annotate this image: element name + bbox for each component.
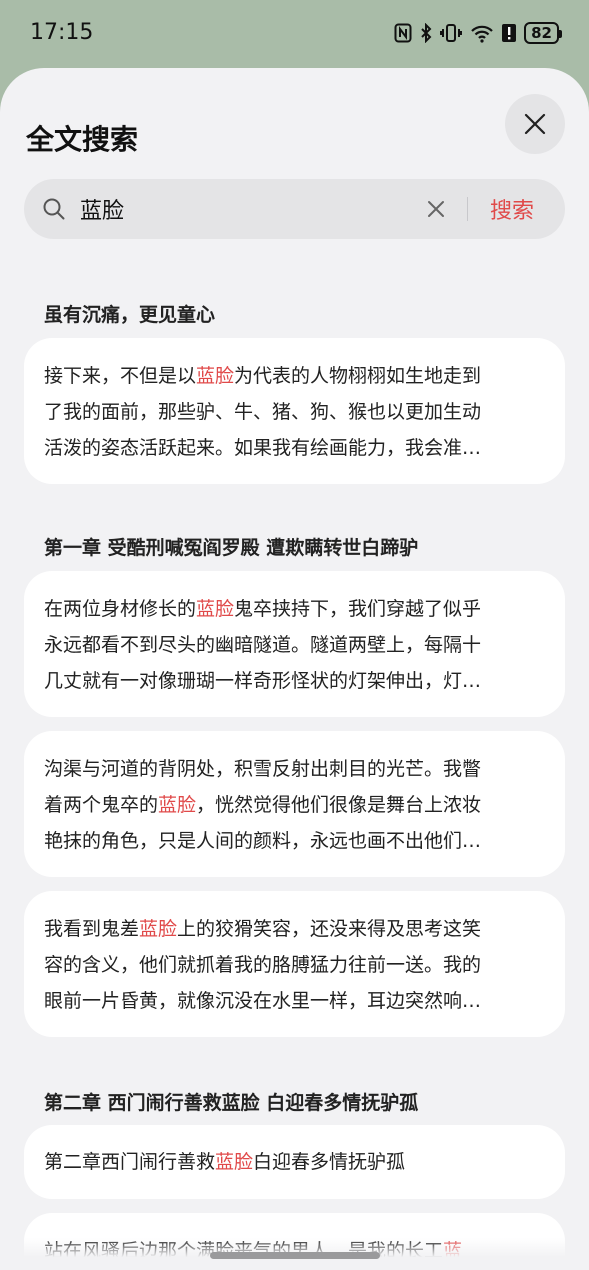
result-card[interactable]: 第二章西门闹行善救蓝脸白迎春多情抚驴孤 bbox=[24, 1125, 565, 1199]
highlighted-keyword: 蓝脸 bbox=[158, 794, 197, 816]
snippet-line: 接下来，不但是以蓝脸为代表的人物栩栩如生地走到 bbox=[44, 358, 545, 394]
snippet-text: 白迎春多情抚驴孤 bbox=[253, 1151, 406, 1173]
snippet-text: 几丈就有一对像珊瑚一样奇形怪状的灯架伸出，灯… bbox=[44, 670, 482, 692]
highlighted-keyword: 蓝脸 bbox=[215, 1151, 254, 1173]
search-sheet: 全文搜索 搜索 虽有沉痛，更见童心 接下来，不但是以蓝脸为代表的人物栩栩如生地走… bbox=[0, 68, 589, 1270]
close-icon bbox=[524, 113, 546, 135]
snippet-text: 为代表的人物栩栩如生地走到 bbox=[234, 365, 482, 387]
snippet-text: 了我的面前，那些驴、牛、猪、狗、猴也以更加生动 bbox=[44, 401, 482, 423]
snippet-text: 艳抹的角色，只是人间的颜料，永远也画不出他们… bbox=[44, 830, 482, 852]
snippet-text: 我看到鬼差 bbox=[44, 918, 140, 940]
snippet-line: 眼前一片昏黄，就像沉没在水里一样，耳边突然响… bbox=[44, 983, 545, 1019]
snippet-line: 第二章西门闹行善救蓝脸白迎春多情抚驴孤 bbox=[44, 1144, 545, 1180]
snippet-line: 我看到鬼差蓝脸上的狡猾笑容，还没来得及思考这笑 bbox=[44, 911, 545, 947]
result-card[interactable]: 沟渠与河道的背阴处，积雪反射出刺目的光芒。我瞥 着两个鬼卒的蓝脸，恍然觉得他们很像… bbox=[24, 731, 565, 877]
chapter-header: 第一章 受酷刑喊冤阎罗殿 遭欺瞒转世白蹄驴 bbox=[44, 537, 419, 559]
sheet-title: 全文搜索 bbox=[26, 123, 139, 156]
snippet-line: 沟渠与河道的背阴处，积雪反射出刺目的光芒。我瞥 bbox=[44, 751, 545, 787]
status-bar: 17:15 82 bbox=[0, 0, 589, 66]
highlighted-keyword: 蓝脸 bbox=[196, 598, 235, 620]
chapter-header: 虽有沉痛，更见童心 bbox=[44, 304, 216, 326]
snippet-text: 眼前一片昏黄，就像沉没在水里一样，耳边突然响… bbox=[44, 990, 482, 1012]
snippet-text: 容的含义，他们就抓着我的胳膊猛力往前一送。我的 bbox=[44, 954, 482, 976]
status-time: 17:15 bbox=[30, 20, 94, 45]
snippet-line: 容的含义，他们就抓着我的胳膊猛力往前一送。我的 bbox=[44, 947, 545, 983]
highlighted-keyword: 蓝脸 bbox=[196, 365, 235, 387]
snippet-text: 第二章西门闹行善救 bbox=[44, 1151, 216, 1173]
snippet-line: 着两个鬼卒的蓝脸，恍然觉得他们很像是舞台上浓妆 bbox=[44, 787, 545, 823]
nfc-icon bbox=[394, 23, 412, 43]
alert-icon bbox=[502, 23, 517, 43]
snippet-text: 鬼卒挟持下，我们穿越了似乎 bbox=[234, 598, 482, 620]
bluetooth-icon bbox=[420, 23, 432, 43]
snippet-text: 接下来，不但是以 bbox=[44, 365, 197, 387]
highlighted-keyword: 蓝脸 bbox=[139, 918, 178, 940]
battery-indicator: 82 bbox=[524, 22, 562, 44]
snippet-line: 艳抹的角色，只是人间的颜料，永远也画不出他们… bbox=[44, 823, 545, 859]
vibrate-icon bbox=[440, 23, 463, 43]
chapter-header: 第二章 西门闹行善救蓝脸 白迎春多情抚驴孤 bbox=[44, 1092, 419, 1114]
snippet-text: 活泼的姿态活跃起来。如果我有绘画能力，我会准… bbox=[44, 437, 482, 459]
snippet-text: 在两位身材修长的 bbox=[44, 598, 197, 620]
close-button[interactable] bbox=[505, 94, 565, 154]
result-card[interactable]: 我看到鬼差蓝脸上的狡猾笑容，还没来得及思考这笑容的含义，他们就抓着我的胳膊猛力往… bbox=[24, 891, 565, 1037]
status-icons: 82 bbox=[394, 20, 562, 46]
snippet-text: 永远都看不到尽头的幽暗隧道。隧道两壁上，每隔十 bbox=[44, 634, 482, 656]
snippet-line: 几丈就有一对像珊瑚一样奇形怪状的灯架伸出，灯… bbox=[44, 663, 545, 699]
wifi-icon bbox=[470, 23, 494, 43]
snippet-text: ，恍然觉得他们很像是舞台上浓妆 bbox=[196, 794, 482, 816]
result-card[interactable]: 在两位身材修长的蓝脸鬼卒挟持下，我们穿越了似乎永远都看不到尽头的幽暗隧道。隧道两… bbox=[24, 571, 565, 717]
snippet-line: 在两位身材修长的蓝脸鬼卒挟持下，我们穿越了似乎 bbox=[44, 591, 545, 627]
search-divider bbox=[467, 197, 468, 221]
search-input[interactable] bbox=[80, 193, 400, 225]
search-bar: 搜索 bbox=[24, 179, 565, 239]
snippet-text: 上的狡猾笑容，还没来得及思考这笑 bbox=[177, 918, 482, 940]
home-indicator[interactable] bbox=[210, 1252, 380, 1259]
snippet-text: 着两个鬼卒的 bbox=[44, 794, 159, 816]
snippet-line: 活泼的姿态活跃起来。如果我有绘画能力，我会准… bbox=[44, 430, 545, 466]
snippet-line: 了我的面前，那些驴、牛、猪、狗、猴也以更加生动 bbox=[44, 394, 545, 430]
snippet-text: 沟渠与河道的背阴处，积雪反射出刺目的光芒。我瞥 bbox=[44, 758, 482, 780]
snippet-line: 永远都看不到尽头的幽暗隧道。隧道两壁上，每隔十 bbox=[44, 627, 545, 663]
search-button[interactable]: 搜索 bbox=[490, 193, 534, 225]
result-card[interactable]: 接下来，不但是以蓝脸为代表的人物栩栩如生地走到了我的面前，那些驴、牛、猪、狗、猴… bbox=[24, 338, 565, 484]
search-icon bbox=[43, 198, 65, 220]
clear-icon[interactable] bbox=[424, 197, 448, 221]
